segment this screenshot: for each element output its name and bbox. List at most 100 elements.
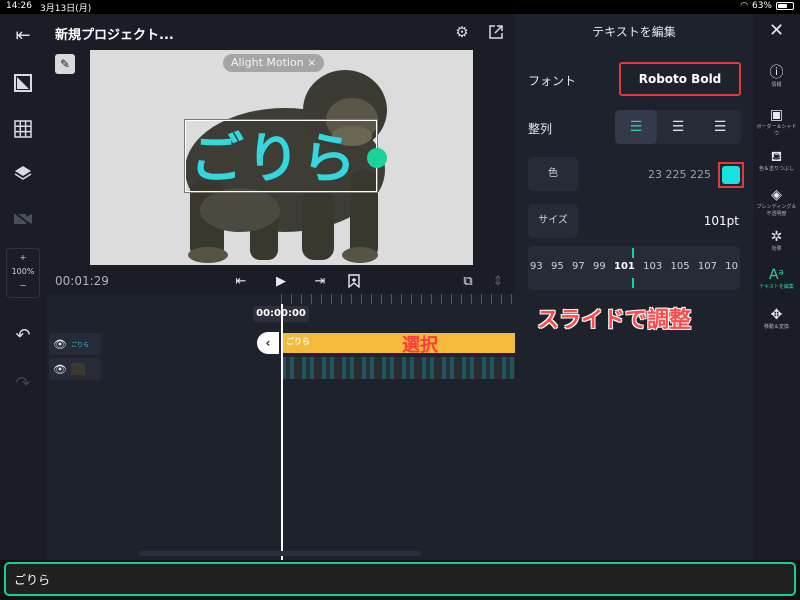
track-thumb-text: ごりら [70, 341, 89, 349]
skip-start-icon[interactable]: ⇤ [232, 272, 250, 290]
size-slider[interactable]: 93 95 97 99 101 103 105 107 10 [528, 246, 740, 290]
status-right: ◠ 63% [740, 1, 794, 11]
zoom-control: + 100% − [6, 248, 40, 298]
blending-icon: ◈ [771, 187, 782, 203]
slider-value: 93 [530, 261, 543, 272]
watermark-badge[interactable]: Alight Motion × [223, 54, 325, 72]
paint-bucket-icon: ⛾ [770, 149, 783, 165]
color-rgb-value: 23 225 225 [648, 168, 711, 181]
slider-value: 97 [572, 261, 585, 272]
tool-label: ボーダー＆シャドウ [756, 124, 797, 137]
align-center-icon[interactable]: ☰ [657, 110, 699, 144]
export-icon[interactable] [487, 23, 505, 41]
rotate-handle[interactable] [367, 148, 387, 168]
slider-value: 95 [551, 261, 564, 272]
tool-text-edit[interactable]: Aᵃ テキストを編集 [753, 266, 800, 291]
tool-border-shadow[interactable]: ▣ ボーダー＆シャドウ [753, 106, 800, 138]
align-label: 整列 [528, 122, 553, 136]
bottom-bar [0, 560, 800, 600]
color-swatch[interactable] [722, 166, 740, 184]
effects-icon: ✲ [770, 229, 783, 245]
settings-gear-icon[interactable]: ⚙ [453, 23, 471, 41]
status-time: 14:26 [6, 1, 32, 11]
zoom-in-button[interactable]: + [7, 251, 39, 265]
slider-values: 93 95 97 99 101 103 105 107 10 [528, 261, 740, 272]
slider-value: 101 [614, 261, 635, 272]
text-edit-panel: テキストを編集 フォント Roboto Bold 整列 ☰ ☰ ☰ 色 23 2… [515, 14, 753, 560]
border-shadow-icon: ▣ [769, 107, 784, 123]
size-label: サイズ [528, 204, 578, 238]
tool-info[interactable]: ⓘ 情報 [753, 64, 800, 89]
timeline-scrollbar[interactable] [139, 551, 421, 556]
timecode: 00:01:29 [55, 274, 109, 288]
color-swatch-frame[interactable] [718, 162, 744, 188]
color-label: 色 [528, 157, 578, 191]
text-clip[interactable]: ごりら [282, 333, 515, 353]
eye-icon[interactable]: 👁 [53, 363, 67, 376]
size-value: 101pt [703, 214, 739, 228]
align-left-icon[interactable]: ☰ [615, 110, 657, 144]
slider-value: 105 [670, 261, 690, 272]
right-toolbar: ✕ ⓘ 情報 ▣ ボーダー＆シャドウ ⛾ 色＆塗りつぶし ◈ ブレンディング＆不透明度 ✲ 効果 A… [753, 14, 800, 560]
project-title[interactable]: 新規プロジェクト... [55, 24, 174, 43]
left-toolbar: ⇤ + 100% − ↶ ↷ [0, 14, 47, 560]
undo-icon[interactable]: ↶ [10, 322, 36, 348]
video-clip[interactable] [282, 357, 515, 379]
layers-icon[interactable] [10, 160, 36, 186]
status-bar: 14:26 3月13日(月) ◠ 63% [0, 0, 800, 14]
overlay-text[interactable]: ごりら [190, 114, 358, 193]
annotation-slide: スライドで調整 [537, 308, 692, 333]
playhead[interactable] [281, 304, 283, 560]
annotation-select: 選択 [402, 335, 438, 356]
close-icon[interactable]: ✕ [753, 22, 800, 40]
align-group: ☰ ☰ ☰ [615, 110, 741, 144]
wifi-icon: ◠ [740, 1, 748, 11]
preview-area: ✎ Alight Motion × ごりら [47, 50, 515, 270]
split-icon[interactable]: ⇕ [489, 272, 507, 290]
track-header-text[interactable]: 👁 ごりら [49, 333, 101, 355]
camera-off-icon [10, 206, 36, 232]
tool-move-transform[interactable]: ✥ 移動＆変換 [753, 306, 800, 331]
grid-icon[interactable] [10, 116, 36, 142]
time-ruler[interactable] [281, 294, 515, 304]
text-input-field[interactable] [4, 562, 796, 596]
play-icon[interactable]: ▶ [272, 272, 290, 290]
tool-blending[interactable]: ◈ ブレンディング＆不透明度 [753, 186, 800, 218]
battery-icon [776, 2, 794, 10]
slider-value: 107 [697, 261, 717, 272]
top-bar: 新規プロジェクト... ⚙ [47, 14, 515, 50]
collapse-chevron-icon[interactable]: ‹ [257, 332, 279, 354]
info-icon: ⓘ [769, 65, 784, 81]
app: ⇤ + 100% − ↶ ↷ 新規プロジェクト... ⚙ ✎ Alight Mo… [0, 14, 800, 600]
slider-value: 103 [643, 261, 663, 272]
track-thumb-video [70, 363, 85, 375]
bookmark-icon[interactable] [345, 272, 363, 290]
slider-marker-top [632, 248, 634, 258]
eye-icon[interactable]: 👁 [53, 338, 67, 351]
text-edit-icon: Aᵃ [768, 267, 785, 283]
battery-percent: 63% [751, 1, 772, 11]
tool-paint-bucket[interactable]: ⛾ 色＆塗りつぶし [753, 148, 800, 173]
panel-title: テキストを編集 [592, 25, 676, 39]
magic-wand-icon[interactable]: ✎ [55, 54, 75, 74]
slider-value: 10 [725, 261, 738, 272]
tool-label: 移動＆変換 [763, 324, 789, 330]
text-clip-label: ごりら [286, 337, 310, 346]
transport-bar: 00:01:29 ⇤ ▶ ⇥ ⧉ ⇕ [47, 270, 515, 294]
track-header-video[interactable]: 👁 [49, 358, 101, 380]
move-transform-icon: ✥ [770, 307, 783, 323]
aspect-ratio-icon[interactable] [10, 70, 36, 96]
zoom-level: 100% [11, 267, 35, 276]
exit-icon[interactable]: ⇤ [10, 22, 36, 48]
copy-icon[interactable]: ⧉ [459, 272, 477, 290]
tool-effects[interactable]: ✲ 効果 [753, 228, 800, 253]
font-selector[interactable]: Roboto Bold [619, 62, 741, 96]
zoom-out-button[interactable]: − [7, 279, 39, 293]
skip-end-icon[interactable]: ⇥ [311, 272, 329, 290]
timeline[interactable]: 00:00:00 👁 ごりら 👁 ‹ ごりら 選択 [47, 294, 515, 560]
tool-label: 効果 [771, 246, 782, 252]
tool-label: 色＆塗りつぶし [758, 166, 795, 172]
status-date: 3月13日(月) [40, 4, 92, 14]
preview-canvas[interactable]: Alight Motion × ごりら [90, 50, 473, 265]
align-right-icon[interactable]: ☰ [699, 110, 741, 144]
